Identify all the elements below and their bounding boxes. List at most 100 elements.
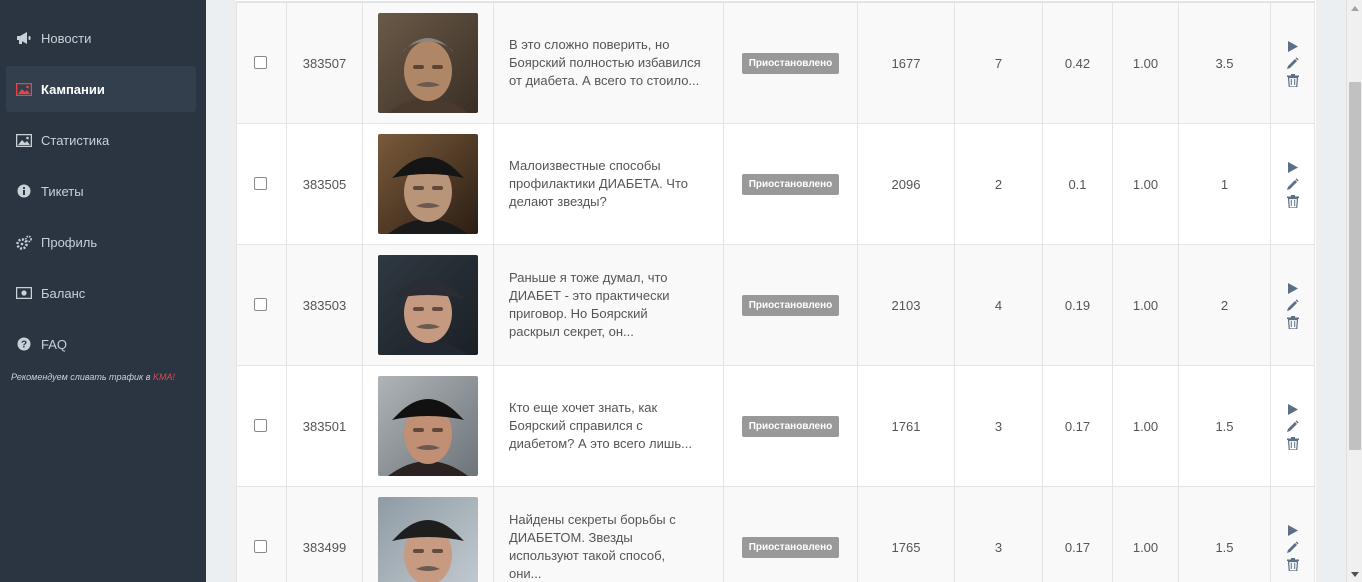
metric-5: 3.5 [1179,3,1271,123]
metric-2: 3 [955,366,1043,486]
sidebar-item-statistics[interactable]: Статистика [6,117,196,163]
campaign-id: 383499 [287,487,363,582]
metric-4: 1.00 [1113,245,1179,365]
sidebar-item-label: Кампании [41,81,105,97]
row-actions [1271,3,1315,123]
table-row: 383499 Найдены секреты борьбы с ДИАБЕТОМ… [236,487,1315,582]
sidebar-item-label: Баланс [41,285,86,301]
select-cell [236,245,287,365]
gears-icon [16,234,32,250]
sidebar-item-news[interactable]: Новости [6,15,196,61]
sidebar-item-label: Тикеты [41,183,84,199]
row-actions [1271,124,1315,244]
scroll-up-arrow-icon[interactable] [1347,0,1362,16]
metric-2: 2 [955,124,1043,244]
sidebar-item-label: Статистика [41,132,110,148]
image-icon [16,132,32,148]
table-row: 383505 Малоизвестные способы профилактик… [236,124,1315,245]
creative-thumbnail[interactable] [378,13,478,113]
sidebar-item-profile[interactable]: Профиль [6,219,196,265]
creative-thumbnail[interactable] [378,376,478,476]
trash-icon[interactable] [1285,193,1301,210]
metric-2: 4 [955,245,1043,365]
select-cell [236,3,287,123]
sidebar-item-faq[interactable]: ? FAQ [6,321,196,367]
row-select-checkbox[interactable] [254,418,267,432]
select-cell [236,366,287,486]
metric-5: 2 [1179,245,1271,365]
creative-thumbnail[interactable] [378,497,478,582]
creative-text: Найдены секреты борьбы с ДИАБЕТОМ. Звезд… [494,487,724,582]
status-cell: Приостановлено [724,124,858,244]
creative-thumbnail[interactable] [378,134,478,234]
play-icon[interactable] [1285,280,1301,297]
edit-icon[interactable] [1285,539,1301,556]
row-select-checkbox[interactable] [254,176,267,190]
play-icon[interactable] [1285,159,1301,176]
creative-text: Раньше я тоже думал, что ДИАБЕТ - это пр… [494,245,724,365]
creative-image-cell [363,366,494,486]
metric-3: 0.19 [1043,245,1113,365]
sidebar: Новости Кампании Статистика Тикеты Профи… [0,0,206,582]
edit-icon[interactable] [1285,297,1301,314]
creative-image-cell [363,487,494,582]
metric-5: 1.5 [1179,366,1271,486]
trash-icon[interactable] [1285,435,1301,452]
edit-icon[interactable] [1285,176,1301,193]
campaign-id: 383505 [287,124,363,244]
row-select-checkbox[interactable] [254,297,267,311]
trash-icon[interactable] [1285,72,1301,89]
metric-3: 0.1 [1043,124,1113,244]
metric-1: 2096 [858,124,955,244]
metric-4: 1.00 [1113,124,1179,244]
row-select-checkbox[interactable] [254,539,267,553]
status-badge: Приостановлено [741,294,840,316]
play-icon[interactable] [1285,38,1301,55]
campaign-id: 383501 [287,366,363,486]
creative-text: Кто еще хочет знать, как Боярский справи… [494,366,724,486]
metric-3: 0.42 [1043,3,1113,123]
trash-icon[interactable] [1285,556,1301,573]
row-actions [1271,366,1315,486]
table-row: 383507 В это сложно поверить, но Боярски… [236,3,1315,124]
play-icon[interactable] [1285,522,1301,539]
table-row: 383501 Кто еще хочет знать, как Боярский… [236,366,1315,487]
campaign-id: 383507 [287,3,363,123]
metric-4: 1.00 [1113,487,1179,582]
status-cell: Приостановлено [724,3,858,123]
promo-brand-link[interactable]: KMA! [153,372,175,382]
edit-icon[interactable] [1285,418,1301,435]
metric-1: 1677 [858,3,955,123]
play-icon[interactable] [1285,401,1301,418]
metric-4: 1.00 [1113,3,1179,123]
sidebar-item-campaigns[interactable]: Кампании [6,66,196,112]
row-actions [1271,487,1315,582]
info-icon [16,183,32,199]
select-cell [236,487,287,582]
trash-icon[interactable] [1285,314,1301,331]
main-content: 383507 В это сложно поверить, но Боярски… [206,0,1346,582]
metric-1: 1761 [858,366,955,486]
campaign-id: 383503 [287,245,363,365]
image-icon [16,81,32,97]
vertical-scrollbar[interactable] [1346,0,1362,582]
edit-icon[interactable] [1285,55,1301,72]
scroll-down-arrow-icon[interactable] [1347,566,1362,582]
promo-text: Рекомендуем сливать трафик в KMA! [11,372,175,382]
select-cell [236,124,287,244]
megaphone-icon [16,30,32,46]
table-row: 383503 Раньше я тоже думал, что ДИАБЕТ -… [236,245,1315,366]
scrollbar-thumb[interactable] [1349,82,1361,450]
metric-4: 1.00 [1113,366,1179,486]
status-badge: Приостановлено [741,536,840,558]
metric-3: 0.17 [1043,487,1113,582]
metric-1: 2103 [858,245,955,365]
sidebar-item-balance[interactable]: Баланс [6,270,196,316]
creative-thumbnail[interactable] [378,255,478,355]
money-icon [16,285,32,301]
creative-image-cell [363,3,494,123]
metric-2: 3 [955,487,1043,582]
row-select-checkbox[interactable] [254,55,267,69]
row-actions [1271,245,1315,365]
sidebar-item-tickets[interactable]: Тикеты [6,168,196,214]
